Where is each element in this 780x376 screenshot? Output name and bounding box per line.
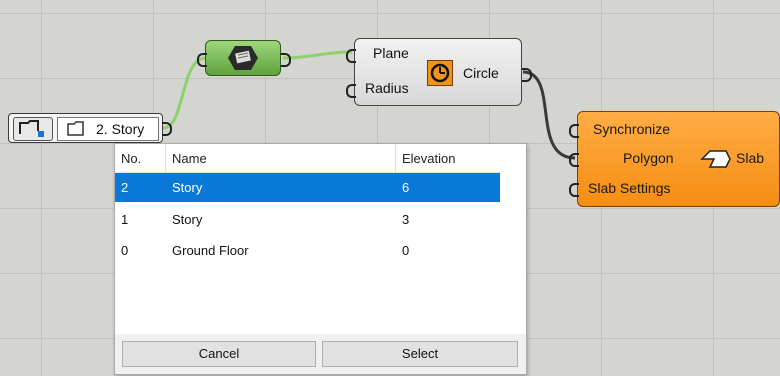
cancel-button[interactable]: Cancel <box>122 341 316 367</box>
row-elevation: 0 <box>402 243 410 258</box>
table-row[interactable]: 1 Story 3 <box>115 205 500 234</box>
story-value-box[interactable]: 2. Story <box>57 117 159 141</box>
circle-clock-icon <box>427 60 453 86</box>
dialog-button-bar: Cancel Select <box>115 334 526 374</box>
plane-input-port[interactable] <box>346 49 356 63</box>
row-elevation: 6 <box>402 180 410 195</box>
story-small-icon <box>66 121 86 142</box>
slab-component[interactable]: Synchronize Polygon Slab Slab Settings <box>569 111 780 207</box>
slab-arrow-icon <box>700 149 732 174</box>
row-no: 1 <box>121 212 129 227</box>
column-header-name[interactable]: Name <box>172 151 207 166</box>
polygon-input-port[interactable] <box>569 153 579 167</box>
row-name: Story <box>172 180 203 195</box>
story-output-port[interactable] <box>162 122 172 136</box>
synchronize-input-label: Synchronize <box>593 121 671 137</box>
select-button[interactable]: Select <box>322 341 518 367</box>
synchronize-input-port[interactable] <box>569 124 579 138</box>
row-no: 0 <box>121 243 129 258</box>
column-header-no[interactable]: No. <box>121 151 141 166</box>
story-param-icon <box>13 117 53 141</box>
green-output-port[interactable] <box>281 53 291 67</box>
table-row[interactable]: 0 Ground Floor 0 <box>115 236 500 265</box>
wire-green-to-plane[interactable] <box>282 50 353 60</box>
radius-input-port[interactable] <box>346 84 356 98</box>
plane-input-label: Plane <box>373 45 409 61</box>
slab-settings-input-label: Slab Settings <box>588 180 671 196</box>
green-input-port[interactable] <box>197 53 207 67</box>
table-header: No. Name Elevation <box>115 144 500 173</box>
level-capture-component[interactable] <box>197 40 291 76</box>
circle-output-label: Circle <box>463 65 499 81</box>
row-elevation: 3 <box>402 212 410 227</box>
table-row[interactable]: 2 Story 6 <box>115 173 500 202</box>
story-parameter[interactable]: 2. Story <box>8 113 172 143</box>
wire-story-to-green[interactable] <box>162 56 206 130</box>
row-name: Story <box>172 212 203 227</box>
slab-settings-input-port[interactable] <box>569 183 579 197</box>
row-no: 2 <box>121 180 129 195</box>
column-divider[interactable] <box>165 144 166 172</box>
circle-output-port[interactable] <box>522 68 532 82</box>
wire-circle-to-polygon[interactable] <box>522 70 576 160</box>
polygon-input-label: Polygon <box>623 150 674 166</box>
story-selection-dialog: No. Name Elevation 2 Story 6 1 Story 3 0… <box>114 143 527 375</box>
column-header-elevation[interactable]: Elevation <box>402 151 455 166</box>
slab-output-label: Slab <box>736 150 765 166</box>
row-name: Ground Floor <box>172 243 249 258</box>
radius-input-label: Radius <box>365 80 409 96</box>
story-label: 2. Story <box>96 121 145 137</box>
circle-component[interactable]: Plane Radius Circle <box>346 38 532 106</box>
column-divider[interactable] <box>395 144 396 172</box>
level-capture-icon <box>227 45 259 71</box>
